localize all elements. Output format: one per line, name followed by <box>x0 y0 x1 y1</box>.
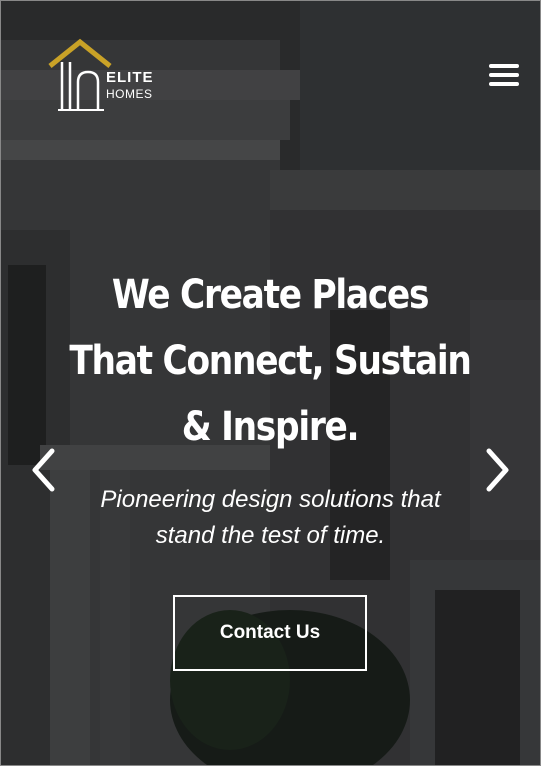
elite-homes-logo[interactable]: ELITE HOMES <box>48 38 160 112</box>
headline-line-3: & Inspire. <box>181 404 360 450</box>
logo-wordmark: ELITE HOMES <box>106 70 154 102</box>
hero-subtitle: Pioneering design solutions that stand t… <box>40 482 501 554</box>
subtitle-line-1: Pioneering design solutions that <box>100 486 441 513</box>
chevron-right-icon[interactable] <box>485 448 511 492</box>
logo-name-line1: ELITE <box>106 69 154 86</box>
hamburger-menu-icon[interactable] <box>489 64 519 88</box>
contact-us-button[interactable]: Contact Us <box>173 595 367 671</box>
chevron-left-icon[interactable] <box>30 448 56 492</box>
headline-line-2: That Connect, Sustain <box>69 338 472 384</box>
logo-name-line2: HOMES <box>106 87 153 101</box>
hero-section: ELITE HOMES We Create Places That Connec… <box>0 0 541 766</box>
subtitle-line-2: stand the test of time. <box>155 522 386 549</box>
headline-line-1: We Create Places <box>111 272 430 318</box>
hero-headline: We Create Places That Connect, Sustain &… <box>64 262 477 460</box>
